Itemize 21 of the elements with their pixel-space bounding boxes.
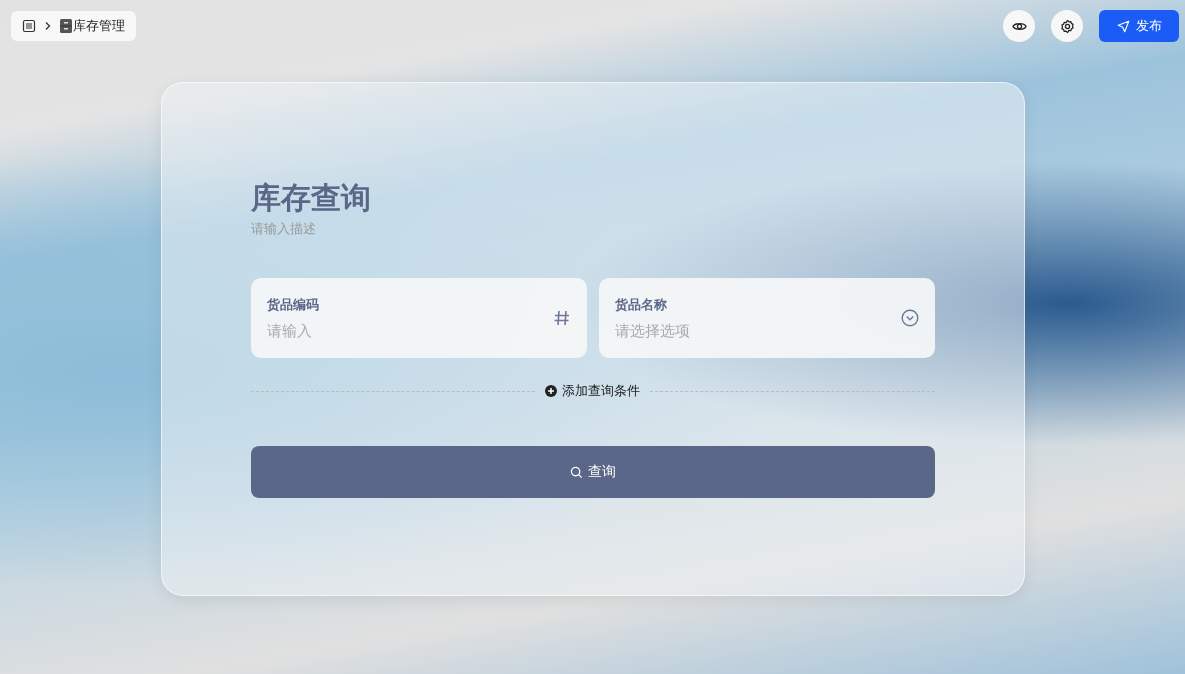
field-placeholder: 请选择选项 xyxy=(614,321,691,341)
publish-button[interactable]: 发布 xyxy=(1099,10,1179,42)
file-cabinet-icon xyxy=(60,19,72,33)
plus-circle-icon xyxy=(545,385,557,397)
field-placeholder: 请输入 xyxy=(266,321,313,341)
chevron-down-circle-icon xyxy=(900,309,919,327)
table-icon[interactable] xyxy=(22,19,36,33)
query-button[interactable]: 查询 xyxy=(250,446,935,498)
hash-icon xyxy=(552,309,571,327)
form-title: 库存查询 xyxy=(250,179,372,217)
form-description: 请输入描述 xyxy=(250,220,317,238)
chevron-right-icon xyxy=(43,21,53,31)
field-label: 货品编码 xyxy=(266,295,320,314)
field-label: 货品名称 xyxy=(614,295,668,314)
input-field[interactable]: 货品编码 请输入 xyxy=(250,278,587,358)
breadcrumb-item[interactable]: 库存管理 xyxy=(73,17,125,35)
settings-icon xyxy=(1059,18,1075,34)
send-icon xyxy=(1116,19,1130,33)
select-field[interactable]: 货品名称 请选择选项 xyxy=(598,278,935,358)
add-condition-button[interactable]: 添加查询条件 xyxy=(545,382,640,400)
search-icon xyxy=(569,465,583,479)
